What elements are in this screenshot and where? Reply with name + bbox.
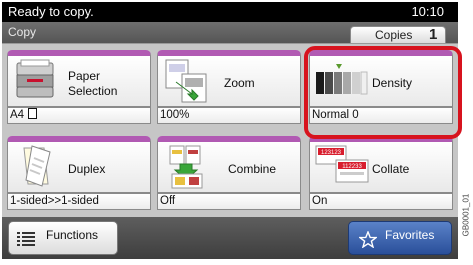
title-bar: Copy Copies 1 [2,22,458,43]
side-reference-code: GB0001_01 [460,170,472,260]
zoom-label: Zoom [224,76,255,90]
combine-button[interactable]: Combine [157,136,301,193]
density-highlight-frame [304,46,462,139]
duplex-status: 1-sided>>1-sided [7,193,151,210]
combine-value: Off [160,195,176,207]
paper-selection-tile[interactable]: Paper Selection A4 [7,50,151,125]
paper-selection-status: A4 [7,107,151,124]
paper-selection-label-1: Paper [68,69,101,83]
paper-selection-label-2: Selection [68,84,118,98]
copies-counter: Copies 1 [350,26,446,43]
portrait-orientation-icon [28,108,38,119]
collate-icon-text-2: 112233 [342,164,362,170]
copies-value: 1 [429,26,438,43]
status-message: Ready to copy. [8,4,94,19]
combine-label: Combine [228,162,277,176]
paper-tray-icon [16,59,54,98]
functions-button[interactable]: Functions [8,221,118,255]
collate-button[interactable]: 123123 112233 Collate [309,136,453,193]
duplex-icon [23,145,51,187]
star-icon [359,231,377,248]
favorites-label: Favorites [385,228,435,242]
side-reference-code-text: GB0001_01 [461,193,471,237]
duplex-button[interactable]: Duplex [7,136,151,193]
combine-status: Off [157,193,301,210]
combine-tile[interactable]: Combine Off [157,136,301,211]
screen-title: Copy [8,25,37,39]
paper-selection-value: A4 [10,109,25,121]
combine-icon [169,145,203,189]
status-bar: Ready to copy. 10:10 [2,2,458,22]
collate-tile[interactable]: 123123 112233 Collate On [309,136,453,211]
copies-label: Copies [375,28,413,42]
bottom-bar: Functions Favorites [2,217,458,259]
collate-status: On [309,193,453,210]
duplex-value: 1-sided>>1-sided [10,195,99,207]
functions-label: Functions [46,228,99,242]
zoom-icon [165,59,207,103]
collate-icon: 123123 112233 [315,145,369,183]
zoom-button[interactable]: Zoom [157,50,301,107]
paper-selection-button[interactable]: Paper Selection [7,50,151,107]
duplex-tile[interactable]: Duplex 1-sided>>1-sided [7,136,151,211]
list-icon [17,232,35,246]
zoom-value: 100% [160,109,190,121]
collate-icon-text-1: 123123 [321,150,342,156]
collate-value: On [312,195,328,207]
status-time: 10:10 [411,4,444,19]
favorites-button[interactable]: Favorites [348,221,452,255]
zoom-tile[interactable]: Zoom 100% [157,50,301,125]
duplex-label: Duplex [68,162,106,176]
zoom-status: 100% [157,107,301,124]
collate-label: Collate [372,162,410,176]
